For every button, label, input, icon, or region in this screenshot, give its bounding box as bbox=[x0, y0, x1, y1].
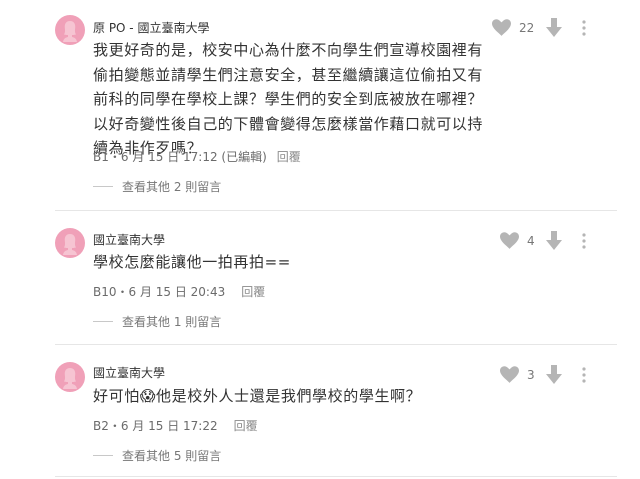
view-more-replies-label: 查看其他 2 則留言 bbox=[122, 180, 222, 194]
comment-author: 國立臺南大學 bbox=[93, 233, 166, 247]
reply-thread-line bbox=[93, 455, 113, 456]
down-arrow-icon[interactable] bbox=[546, 365, 562, 384]
view-more-replies-label: 查看其他 5 則留言 bbox=[122, 449, 222, 463]
female-silhouette-icon bbox=[63, 234, 77, 255]
avatar[interactable] bbox=[55, 15, 85, 45]
floor-timestamp: B1・6 月 15 日 17:12 (已編輯) bbox=[93, 150, 267, 164]
vertical-dots-icon[interactable] bbox=[582, 366, 586, 383]
comment-body: 學校怎麼能讓他一拍再拍== bbox=[93, 253, 291, 271]
like-count: 3 bbox=[527, 367, 535, 382]
vertical-dots-icon[interactable] bbox=[582, 232, 586, 249]
down-arrow-icon[interactable] bbox=[546, 18, 562, 37]
comment-divider bbox=[55, 344, 617, 345]
comment-divider bbox=[55, 210, 617, 211]
heart-icon[interactable] bbox=[500, 366, 519, 383]
comment-meta: B2・6 月 15 日 17:22 回覆 bbox=[93, 417, 258, 434]
comment-author: 國立臺南大學 bbox=[93, 366, 166, 380]
like-count: 22 bbox=[519, 20, 535, 35]
view-more-replies[interactable]: 查看其他 5 則留言 bbox=[93, 447, 221, 464]
comment-divider bbox=[55, 476, 617, 477]
comment-body: 我更好奇的是，校安中心為什麼不向學生們宣導校園裡有偷拍變態並請學生們注意安全，甚… bbox=[93, 41, 484, 157]
view-more-replies[interactable]: 查看其他 1 則留言 bbox=[93, 313, 221, 330]
comment-actions: 22 bbox=[492, 18, 586, 37]
reply-thread-line bbox=[93, 321, 113, 322]
heart-icon[interactable] bbox=[500, 232, 519, 249]
comment-meta: B1・6 月 15 日 17:12 (已編輯) 回覆 bbox=[93, 148, 301, 165]
avatar[interactable] bbox=[55, 228, 85, 258]
comment-actions: 3 bbox=[500, 365, 586, 384]
like-count: 4 bbox=[527, 233, 535, 248]
comment-author: 原 PO - 國立臺南大學 bbox=[93, 21, 210, 35]
heart-icon[interactable] bbox=[492, 19, 511, 36]
female-silhouette-icon bbox=[63, 21, 77, 42]
comment-actions: 4 bbox=[500, 231, 586, 250]
avatar[interactable] bbox=[55, 362, 85, 392]
view-more-replies-label: 查看其他 1 則留言 bbox=[122, 315, 222, 329]
comment-body: 好可怕😱他是校外人士還是我們學校的學生啊？ bbox=[93, 387, 422, 405]
comment-meta: B10・6 月 15 日 20:43 回覆 bbox=[93, 283, 265, 300]
reply-link[interactable]: 回覆 bbox=[277, 150, 301, 164]
reply-link[interactable]: 回覆 bbox=[241, 285, 265, 299]
floor-timestamp: B10・6 月 15 日 20:43 bbox=[93, 285, 226, 299]
floor-timestamp: B2・6 月 15 日 17:22 bbox=[93, 419, 218, 433]
reply-thread-line bbox=[93, 186, 113, 187]
down-arrow-icon[interactable] bbox=[546, 231, 562, 250]
reply-link[interactable]: 回覆 bbox=[234, 419, 258, 433]
female-silhouette-icon bbox=[63, 368, 77, 389]
vertical-dots-icon[interactable] bbox=[582, 19, 586, 36]
view-more-replies[interactable]: 查看其他 2 則留言 bbox=[93, 178, 221, 195]
